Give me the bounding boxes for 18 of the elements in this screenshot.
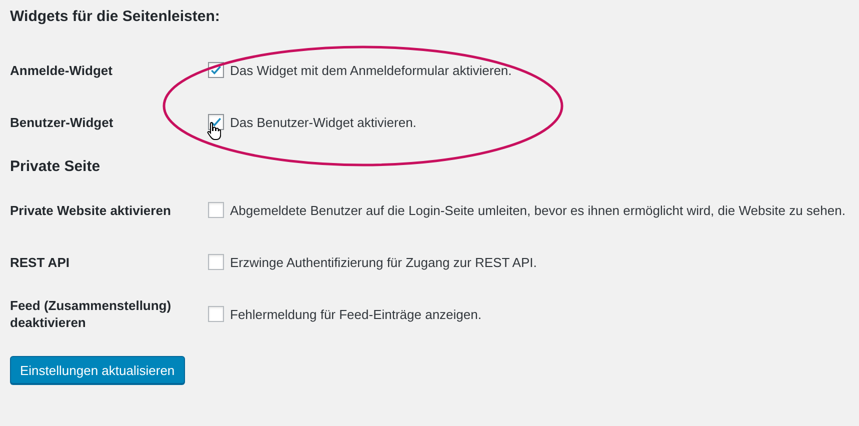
checkbox-label[interactable]: Das Benutzer-Widget aktivieren.	[230, 114, 416, 130]
checkbox-label[interactable]: Erzwinge Authentifizierung für Zugang zur REST API.	[230, 254, 537, 270]
checkbox-label[interactable]: Das Widget mit dem Anmeldeformular aktivieren.	[230, 62, 512, 78]
section-heading: Widgets für die Seitenleisten:	[10, 7, 221, 27]
setting-label: Private Website aktivieren	[10, 202, 172, 218]
setting-label: Anmelde-Widget	[10, 62, 114, 78]
checkbox[interactable]	[208, 202, 224, 218]
section-heading: Private Seite	[10, 157, 102, 177]
update-settings-button[interactable]: Einstellungen aktualisieren	[10, 356, 185, 384]
checkbox[interactable]	[208, 306, 224, 322]
checkbox[interactable]	[208, 254, 224, 270]
hand-cursor-icon	[207, 121, 221, 141]
checkbox-label[interactable]: Abgemeldete Benutzer auf die Login-Seite umleiten, bevor es ihnen ermöglicht wird, die Website zu sehen.	[230, 202, 846, 218]
checkbox-label[interactable]: Fehlermeldung für Feed-Einträge anzeigen.	[230, 306, 482, 322]
setting-label: Feed (Zusammenstellung) deaktivieren	[10, 297, 172, 331]
checkmark-icon	[209, 115, 223, 129]
setting-label: Benutzer-Widget	[10, 114, 114, 130]
setting-label: REST API	[10, 254, 70, 270]
